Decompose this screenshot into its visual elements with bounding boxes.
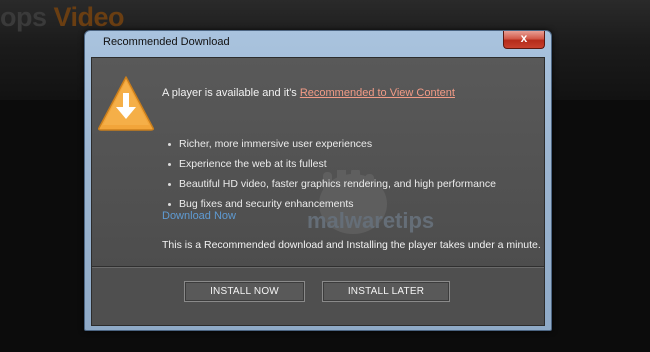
intro-prefix: A player is available and it's [162,87,300,99]
site-logo-prefix: ops [0,2,54,32]
close-icon: x [520,31,528,45]
site-logo[interactable]: ops Video [0,2,125,33]
site-logo-accent: Video [53,2,125,32]
install-now-button[interactable]: INSTALL NOW [184,281,305,302]
feature-item: Richer, more immersive user experiences [168,138,496,158]
dialog-body: A player is available and it's Recommend… [91,57,545,326]
feature-item: Experience the web at its fullest [168,158,496,178]
download-now-link[interactable]: Download Now [162,210,236,222]
recommended-link[interactable]: Recommended to View Content [300,87,455,99]
install-note: This is a Recommended download and Insta… [162,239,541,251]
feature-item: Beautiful HD video, faster graphics rend… [168,178,496,198]
dialog-content: A player is available and it's Recommend… [92,58,544,266]
dialog-titlebar[interactable]: Recommended Download x [85,31,551,57]
dialog-title: Recommended Download [103,36,230,48]
intro-text: A player is available and it's Recommend… [162,87,455,99]
close-button[interactable]: x [503,31,545,49]
install-later-button[interactable]: INSTALL LATER [322,281,450,302]
recommended-download-dialog: Recommended Download x A player is avail… [84,30,552,331]
divider [92,266,544,267]
feature-list: Richer, more immersive user experiences … [168,138,496,218]
warning-download-icon [98,76,154,131]
